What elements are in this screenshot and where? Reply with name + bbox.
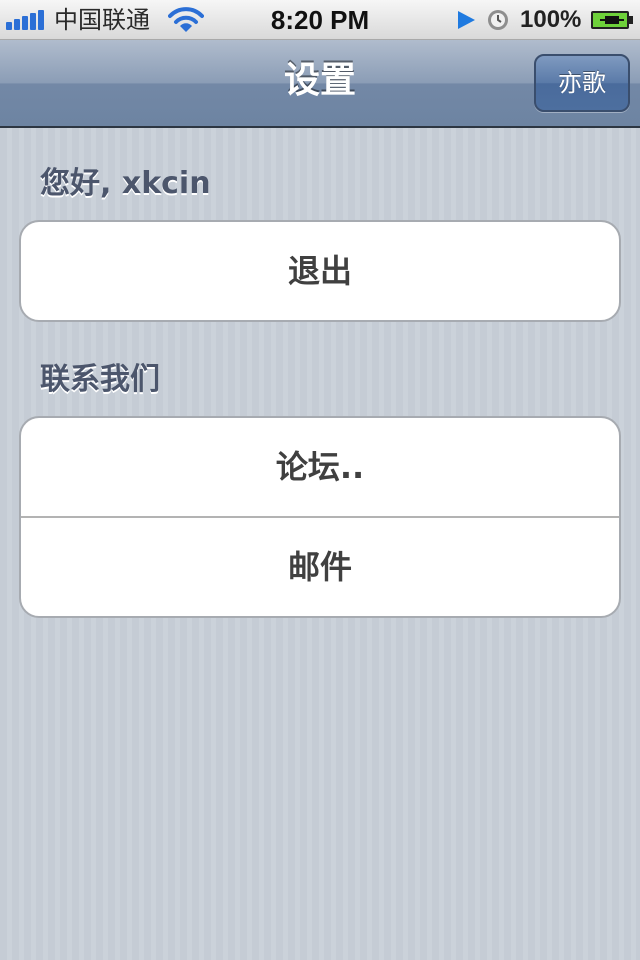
greeting-header: 您好, xkcin [40,166,211,201]
play-icon [458,11,475,29]
logout-cell[interactable]: 退出 [21,222,619,320]
clock-icon [488,10,508,30]
email-cell[interactable]: 邮件 [21,516,619,616]
battery-icon [591,11,633,29]
forum-cell[interactable]: 论坛.. [21,418,619,516]
battery-percent: 100% [520,6,582,33]
contact-group: 论坛.. 邮件 [19,416,621,618]
status-bar: 中国联通 8:20 PM 100% [0,0,640,40]
account-group: 退出 [19,220,621,322]
navigation-bar: 设置 亦歌 [0,40,640,128]
yige-button[interactable]: 亦歌 [534,54,630,112]
contact-us-header: 联系我们 [40,362,160,397]
